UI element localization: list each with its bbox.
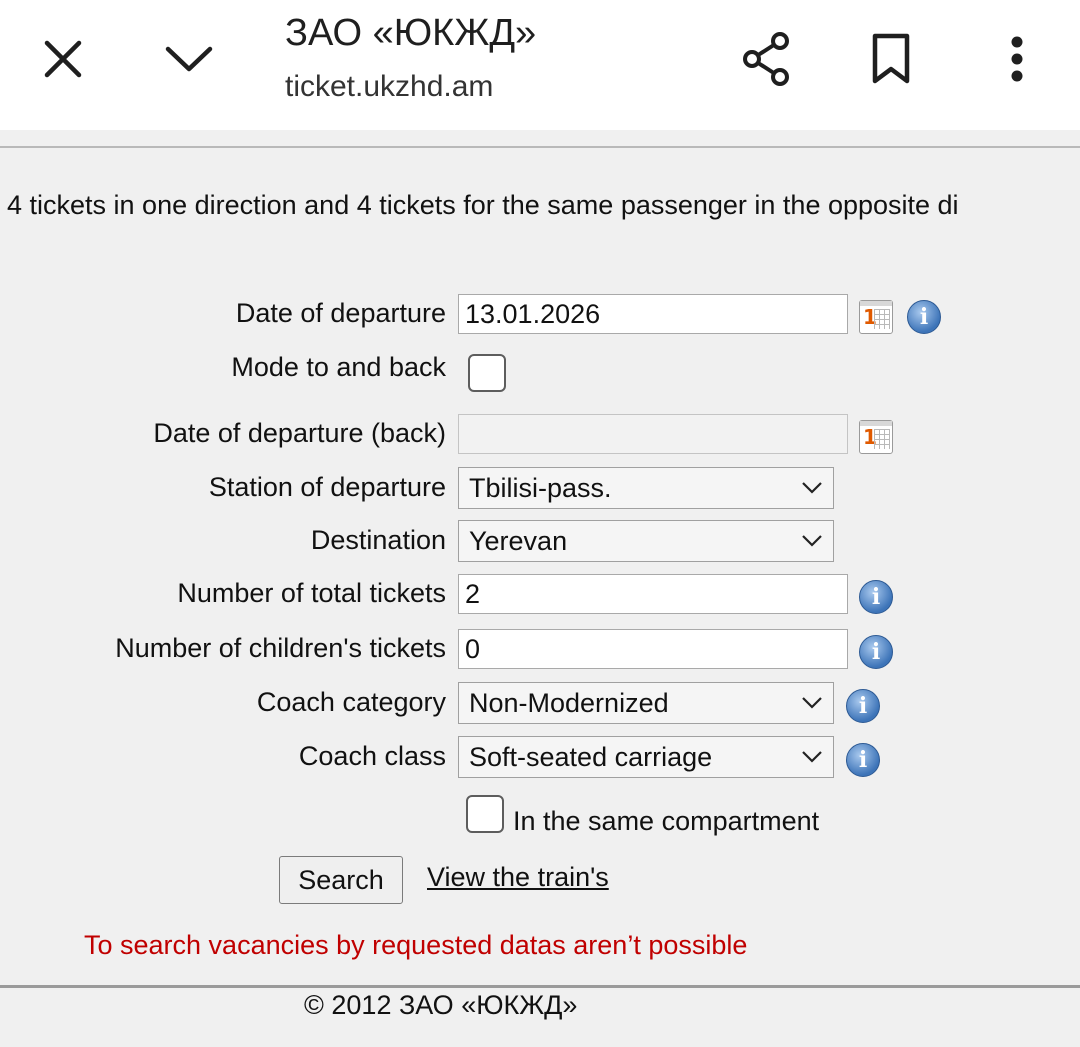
date-departure-input[interactable]: [458, 294, 848, 334]
total-tickets-input[interactable]: [458, 574, 848, 614]
chevron-down-icon: [802, 482, 822, 494]
children-tickets-input[interactable]: [458, 629, 848, 669]
destination-select[interactable]: Yerevan: [458, 520, 834, 562]
info-icon[interactable]: i: [859, 580, 893, 614]
destination-label: Destination: [310, 525, 446, 555]
destination-value: Yerevan: [469, 525, 568, 556]
total-tickets-label: Number of total tickets: [177, 578, 446, 608]
mode-to-and-back-label: Mode to and back: [231, 352, 446, 382]
footer-copyright: © 2012 ЗАО «ЮКЖД»: [304, 990, 578, 1020]
share-icon[interactable]: [735, 28, 797, 90]
view-trains-link[interactable]: View the train's: [427, 862, 609, 893]
mode-to-and-back-checkbox[interactable]: [468, 354, 506, 392]
same-compartment-label: In the same compartment: [513, 806, 820, 836]
chevron-down-icon: [802, 535, 822, 547]
info-icon[interactable]: i: [846, 689, 880, 723]
calendar-icon[interactable]: 1: [859, 300, 893, 334]
chevron-down-icon: [802, 751, 822, 763]
children-tickets-label: Number of children's tickets: [115, 633, 446, 663]
coach-class-label: Coach class: [298, 741, 446, 771]
chevron-down-icon: [802, 697, 822, 709]
divider: [0, 985, 1080, 988]
divider: [0, 146, 1080, 148]
error-message: To search vacancies by requested datas a…: [84, 930, 748, 960]
page-title: ЗАО «ЮКЖД»: [285, 12, 537, 54]
page-url[interactable]: ticket.ukzhd.am: [285, 70, 493, 104]
chevron-down-icon[interactable]: [160, 30, 218, 88]
more-options-icon[interactable]: [990, 28, 1044, 90]
notice-text: f 4 tickets in one direction and 4 ticke…: [0, 190, 959, 220]
coach-class-select[interactable]: Soft-seated carriage: [458, 736, 834, 778]
date-departure-back-input[interactable]: [458, 414, 848, 454]
date-departure-label: Date of departure: [235, 298, 446, 328]
coach-category-value: Non-Modernized: [469, 687, 669, 718]
calendar-icon[interactable]: 1: [859, 420, 893, 454]
info-icon[interactable]: i: [859, 635, 893, 669]
browser-toolbar: ЗАО «ЮКЖД» ticket.ukzhd.am: [0, 0, 1080, 130]
info-icon[interactable]: i: [907, 300, 941, 334]
coach-category-select[interactable]: Non-Modernized: [458, 682, 834, 724]
date-departure-back-label: Date of departure (back): [153, 418, 446, 448]
coach-category-label: Coach category: [256, 687, 446, 717]
coach-class-value: Soft-seated carriage: [469, 741, 713, 772]
search-button[interactable]: Search: [279, 856, 403, 904]
station-departure-select[interactable]: Tbilisi-pass.: [458, 467, 834, 509]
bookmark-icon[interactable]: [862, 28, 920, 90]
same-compartment-checkbox[interactable]: [466, 795, 504, 833]
station-departure-label: Station of departure: [208, 472, 446, 502]
info-icon[interactable]: i: [846, 743, 880, 777]
close-icon[interactable]: [34, 30, 92, 88]
station-departure-value: Tbilisi-pass.: [469, 472, 612, 503]
